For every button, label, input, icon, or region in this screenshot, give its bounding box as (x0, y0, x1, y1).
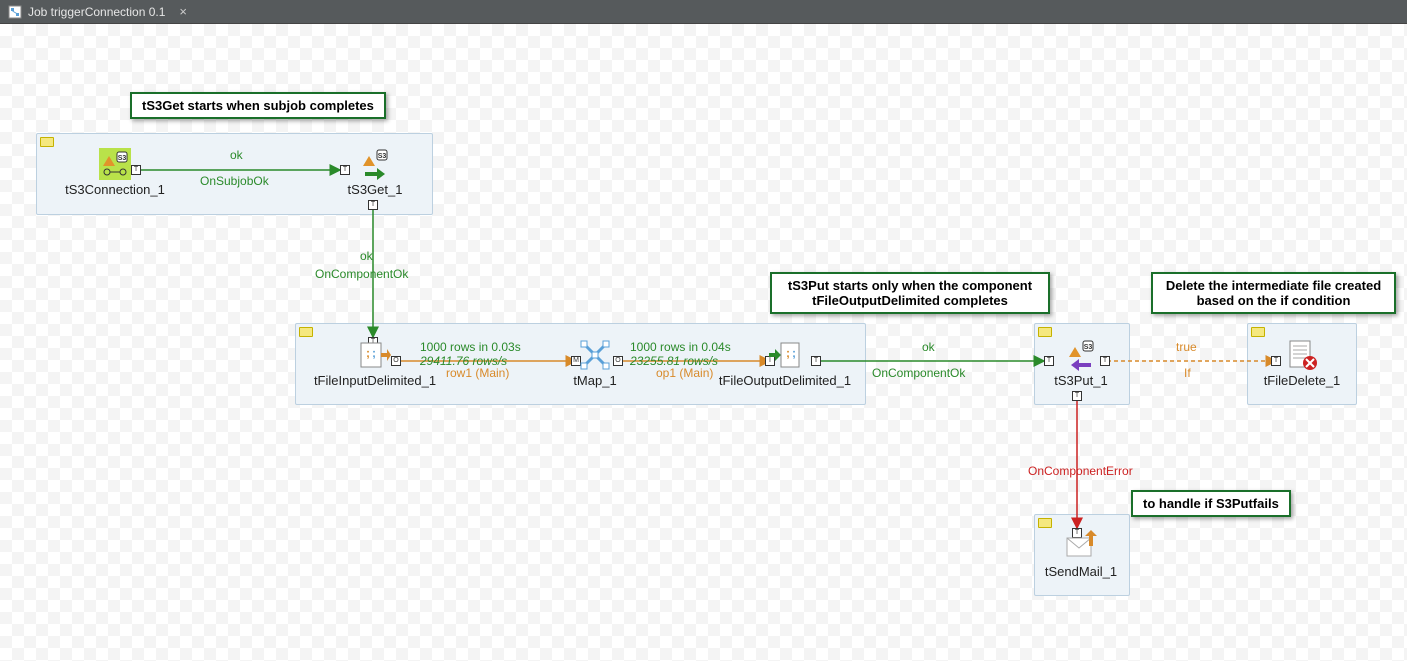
link-name: OnSubjobOk (200, 174, 269, 188)
job-icon (8, 5, 22, 19)
designer-canvas[interactable]: tS3Get starts when subjob completes tS3P… (0, 24, 1407, 661)
svg-text:;: ; (786, 346, 790, 360)
tab-bar: Job triggerConnection 0.1 × (0, 0, 1407, 24)
component-tFileOutputDelimited[interactable]: ; ; tFileOutputDelimited_1 (710, 339, 860, 388)
component-tS3Put[interactable]: S3 tS3Put_1 (1006, 339, 1156, 388)
s3-connection-icon: S3 (99, 148, 131, 180)
link-status: ok (922, 340, 935, 354)
annotation: tS3Get starts when subjob completes (130, 92, 386, 119)
link-name: If (1184, 366, 1191, 380)
svg-text:;: ; (792, 346, 796, 360)
link-status: ok (230, 148, 243, 162)
component-label: tFileDelete_1 (1264, 373, 1341, 388)
s3-get-icon: S3 (359, 148, 391, 180)
subjob-collapse-icon[interactable] (299, 327, 313, 337)
link-name: OnComponentOk (315, 267, 408, 281)
link-marker-icon: T (368, 200, 378, 210)
link-name: row1 (Main) (446, 366, 509, 380)
component-tS3Get[interactable]: S3 tS3Get_1 (300, 148, 450, 197)
editor-tab[interactable]: Job triggerConnection 0.1 × (0, 0, 195, 23)
component-tSendMail[interactable]: tSendMail_1 (1006, 530, 1156, 579)
link-name: OnComponentError (1028, 464, 1133, 478)
tab-title: Job triggerConnection 0.1 (28, 5, 165, 19)
component-label: tMap_1 (573, 373, 616, 388)
tmap-icon (579, 339, 611, 371)
component-tMap[interactable]: tMap_1 (520, 339, 670, 388)
svg-text:;: ; (372, 346, 376, 360)
close-icon[interactable]: × (179, 4, 187, 19)
component-label: tFileInputDelimited_1 (314, 373, 436, 388)
subjob-collapse-icon[interactable] (1038, 327, 1052, 337)
link-name: OnComponentOk (872, 366, 965, 380)
component-label: tS3Put_1 (1054, 373, 1108, 388)
svg-text:S3: S3 (1084, 344, 1093, 351)
file-output-delimited-icon: ; ; (769, 339, 801, 371)
component-label: tFileOutputDelimited_1 (719, 373, 851, 388)
component-tFileInputDelimited[interactable]: ; ; tFileInputDelimited_1 (300, 339, 450, 388)
svg-text:S3: S3 (378, 153, 387, 160)
link-status: ok (360, 249, 373, 263)
file-delete-icon (1286, 339, 1318, 371)
svg-text:S3: S3 (118, 155, 127, 162)
component-tS3Connection[interactable]: S3 tS3Connection_1 (40, 148, 190, 197)
component-tFileDelete[interactable]: tFileDelete_1 (1227, 339, 1377, 388)
link-marker-icon: T (1072, 391, 1082, 401)
annotation: tS3Put starts only when the component tF… (770, 272, 1050, 314)
component-label: tS3Connection_1 (65, 182, 165, 197)
subjob-collapse-icon[interactable] (1251, 327, 1265, 337)
link-status: true (1176, 340, 1197, 354)
subjob-collapse-icon[interactable] (40, 137, 54, 147)
annotation: Delete the intermediate file created bas… (1151, 272, 1396, 314)
svg-text:;: ; (366, 346, 370, 360)
sendmail-icon (1065, 530, 1097, 562)
annotation: to handle if S3Putfails (1131, 490, 1291, 517)
component-label: tS3Get_1 (348, 182, 403, 197)
component-label: tSendMail_1 (1045, 564, 1117, 579)
file-input-delimited-icon: ; ; (359, 339, 391, 371)
subjob-collapse-icon[interactable] (1038, 518, 1052, 528)
s3-put-icon: S3 (1065, 339, 1097, 371)
